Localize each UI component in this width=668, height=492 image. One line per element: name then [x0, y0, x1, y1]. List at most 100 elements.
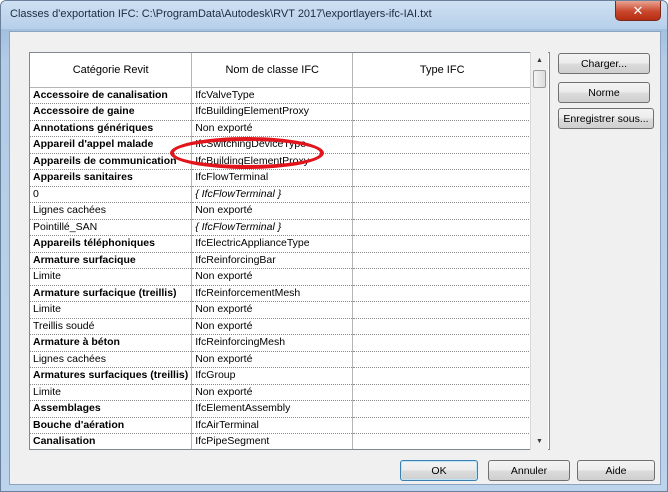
column-header-ifc-class-name[interactable]: Nom de classe IFC: [191, 53, 354, 88]
table-row[interactable]: Armature surfacique (treillis) IfcReinfor…: [30, 285, 533, 302]
cell-ifc-class-name[interactable]: IfcReinforcementMesh: [191, 285, 354, 302]
cell-revit-category[interactable]: Lignes cachées: [30, 351, 193, 368]
table-row[interactable]: Appareil d'appel malade IfcSwitchingDevic…: [30, 136, 533, 154]
cell-revit-category[interactable]: Pointillé_SAN: [30, 219, 193, 236]
cell-ifc-type[interactable]: [352, 202, 533, 220]
table-row[interactable]: Armatures surfaciques (treillis) IfcGroup: [30, 367, 533, 385]
cell-ifc-class-name[interactable]: IfcFlowTerminal: [191, 169, 354, 187]
cell-ifc-type[interactable]: [352, 334, 533, 352]
cell-ifc-class-name[interactable]: Non exporté: [191, 202, 354, 220]
cell-ifc-class-name[interactable]: Non exporté: [191, 268, 354, 286]
cell-revit-category[interactable]: Limite: [30, 384, 193, 401]
table-row[interactable]: Lignes cachées Non exporté: [30, 351, 533, 368]
cell-ifc-class-name[interactable]: IfcBuildingElementProxy: [191, 153, 354, 170]
cell-revit-category[interactable]: Canalisation: [30, 433, 193, 449]
table-row[interactable]: Limite Non exporté: [30, 384, 533, 401]
standard-button[interactable]: Norme: [558, 82, 650, 103]
cell-ifc-type[interactable]: [352, 367, 533, 385]
scrollbar-thumb[interactable]: [533, 70, 546, 88]
table-row[interactable]: Accessoire de gaine IfcBuildingElementPro…: [30, 103, 533, 121]
help-button[interactable]: Aide: [577, 460, 655, 481]
cell-revit-category[interactable]: Appareils sanitaires: [30, 169, 193, 187]
cell-revit-category[interactable]: Appareils téléphoniques: [30, 235, 193, 253]
table-row[interactable]: Annotations génériques Non exporté: [30, 120, 533, 137]
cell-revit-category[interactable]: Accessoire de canalisation: [30, 87, 193, 104]
cell-ifc-type[interactable]: [352, 252, 533, 269]
cell-revit-category[interactable]: Lignes cachées: [30, 202, 193, 220]
cell-revit-category[interactable]: Treillis soudé: [30, 318, 193, 335]
cell-revit-category[interactable]: Armature à béton: [30, 334, 193, 352]
cell-ifc-type[interactable]: [352, 153, 533, 170]
cell-ifc-type[interactable]: [352, 169, 533, 187]
cell-revit-category[interactable]: Limite: [30, 301, 193, 319]
cell-ifc-type[interactable]: [352, 235, 533, 253]
cell-ifc-type[interactable]: [352, 136, 533, 154]
column-header-ifc-type[interactable]: Type IFC: [352, 53, 533, 88]
cell-revit-category[interactable]: Armature surfacique: [30, 252, 193, 269]
table-row[interactable]: Appareils sanitaires IfcFlowTerminal: [30, 169, 533, 187]
cell-ifc-class-name[interactable]: Non exporté: [191, 120, 354, 137]
cell-ifc-type[interactable]: [352, 400, 533, 418]
cell-ifc-class-name[interactable]: IfcValveType: [191, 87, 354, 104]
cell-revit-category[interactable]: Armature surfacique (treillis): [30, 285, 193, 302]
table-row[interactable]: Pointillé_SAN{ IfcFlowTerminal }: [30, 219, 533, 236]
table-row[interactable]: Appareils de communication IfcBuildingEle…: [30, 153, 533, 170]
table-row[interactable]: Assemblages IfcElementAssembly: [30, 400, 533, 418]
cell-revit-category[interactable]: Annotations génériques: [30, 120, 193, 137]
cell-ifc-class-name[interactable]: { IfcFlowTerminal }: [191, 186, 354, 203]
cell-ifc-type[interactable]: [352, 384, 533, 401]
table-vertical-scrollbar[interactable]: ▲ ▼: [530, 52, 548, 450]
cell-ifc-class-name[interactable]: Non exporté: [191, 351, 354, 368]
cell-ifc-class-name[interactable]: IfcSwitchingDeviceType: [191, 136, 354, 154]
cell-revit-category[interactable]: Accessoire de gaine: [30, 103, 193, 121]
cell-revit-category[interactable]: Bouche d'aération: [30, 417, 193, 434]
cell-revit-category[interactable]: Appareils de communication: [30, 153, 193, 170]
cell-ifc-class-name[interactable]: Non exporté: [191, 318, 354, 335]
cell-ifc-type[interactable]: [352, 433, 533, 449]
cell-ifc-type[interactable]: [352, 186, 533, 203]
table-row[interactable]: Treillis soudé Non exporté: [30, 318, 533, 335]
cell-ifc-type[interactable]: [352, 417, 533, 434]
scroll-down-icon[interactable]: ▼: [531, 433, 548, 450]
title-bar[interactable]: Classes d'exportation IFC: C:\ProgramDat…: [1, 1, 667, 29]
table-row[interactable]: Lignes cachées Non exporté: [30, 202, 533, 220]
cell-ifc-class-name[interactable]: IfcReinforcingBar: [191, 252, 354, 269]
cell-ifc-type[interactable]: [352, 219, 533, 236]
cell-revit-category[interactable]: Assemblages: [30, 400, 193, 418]
table-row[interactable]: Bouche d'aération IfcAirTerminal: [30, 417, 533, 434]
cell-ifc-type[interactable]: [352, 285, 533, 302]
cell-ifc-class-name[interactable]: Non exporté: [191, 301, 354, 319]
scroll-up-icon[interactable]: ▲: [531, 52, 548, 69]
cell-ifc-type[interactable]: [352, 351, 533, 368]
cancel-button[interactable]: Annuler: [488, 460, 570, 481]
cell-ifc-class-name[interactable]: IfcAirTerminal: [191, 417, 354, 434]
cell-revit-category[interactable]: Armatures surfaciques (treillis): [30, 367, 193, 385]
cell-ifc-class-name[interactable]: IfcElementAssembly: [191, 400, 354, 418]
cell-ifc-class-name[interactable]: IfcGroup: [191, 367, 354, 385]
cell-ifc-class-name[interactable]: IfcReinforcingMesh: [191, 334, 354, 352]
table-row[interactable]: Armature surfacique IfcReinforcingBar: [30, 252, 533, 269]
table-row[interactable]: Limite Non exporté: [30, 301, 533, 319]
save-as-button[interactable]: Enregistrer sous...: [558, 108, 654, 129]
cell-ifc-type[interactable]: [352, 318, 533, 335]
table-row[interactable]: Canalisation IfcPipeSegment: [30, 433, 533, 449]
table-row[interactable]: Armature à béton IfcReinforcingMesh: [30, 334, 533, 352]
ok-button[interactable]: OK: [400, 460, 478, 481]
cell-ifc-class-name[interactable]: Non exporté: [191, 384, 354, 401]
cell-revit-category[interactable]: 0: [30, 186, 193, 203]
table-row[interactable]: 0{ IfcFlowTerminal }: [30, 186, 533, 203]
cell-ifc-type[interactable]: [352, 87, 533, 104]
cell-ifc-class-name[interactable]: IfcElectricApplianceType: [191, 235, 354, 253]
cell-ifc-type[interactable]: [352, 103, 533, 121]
cell-revit-category[interactable]: Limite: [30, 268, 193, 286]
cell-ifc-class-name[interactable]: IfcPipeSegment: [191, 433, 354, 449]
cell-ifc-class-name[interactable]: IfcBuildingElementProxy: [191, 103, 354, 121]
cell-ifc-type[interactable]: [352, 268, 533, 286]
close-button[interactable]: ✕: [615, 1, 661, 21]
load-button[interactable]: Charger...: [558, 53, 650, 74]
cell-ifc-type[interactable]: [352, 120, 533, 137]
cell-ifc-class-name[interactable]: { IfcFlowTerminal }: [191, 219, 354, 236]
column-header-revit-category[interactable]: Catégorie Revit: [30, 53, 193, 88]
table-row[interactable]: Appareils téléphoniques IfcElectricApplia…: [30, 235, 533, 253]
cell-ifc-type[interactable]: [352, 301, 533, 319]
